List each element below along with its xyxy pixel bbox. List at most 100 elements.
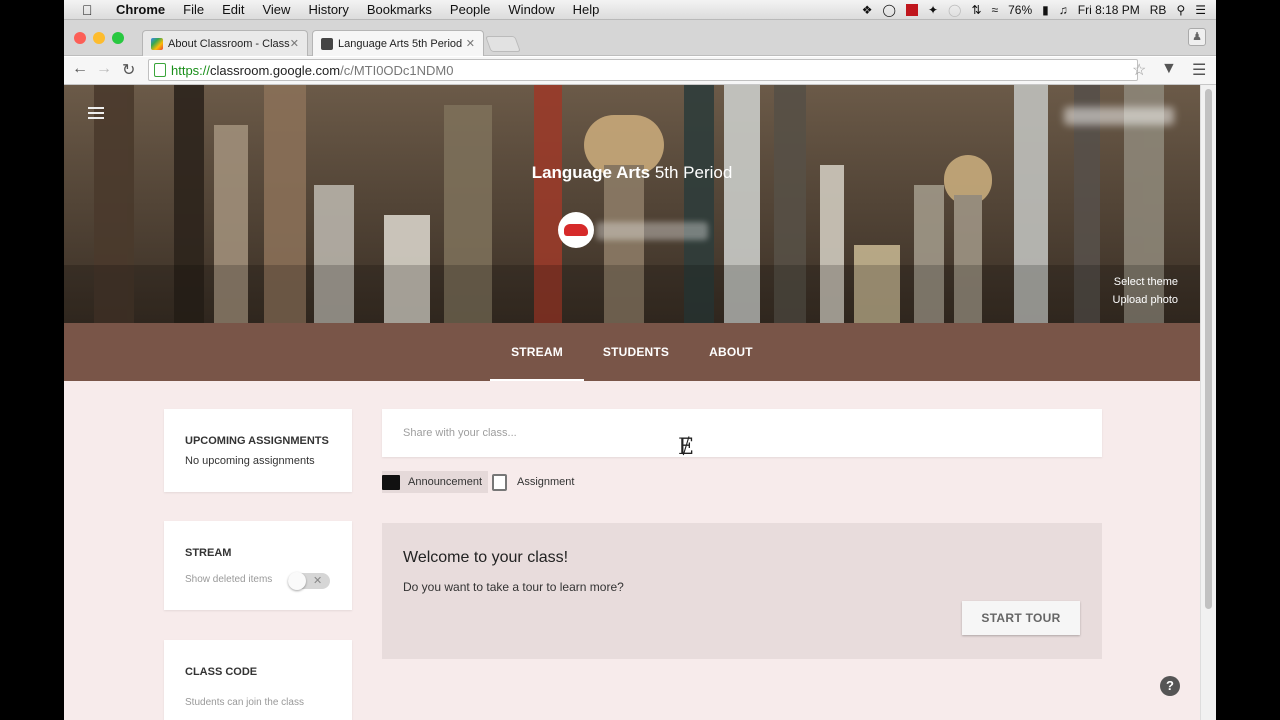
wifi-icon[interactable]: ≈ [992,3,999,17]
record-icon[interactable] [905,4,918,16]
menu-app-name[interactable]: Chrome [116,2,165,17]
menu-bookmarks[interactable]: Bookmarks [367,2,432,17]
announcement-icon [382,474,400,490]
class-code-title: CLASS CODE [185,666,258,678]
class-section: 5th Period [654,163,733,182]
tab-label: About Classroom - Class [168,37,290,50]
menu-file[interactable]: File [183,2,204,17]
redacted-region [1064,107,1174,125]
brushes-theme-image [64,85,1200,323]
menu-people[interactable]: People [450,2,490,17]
stream-settings-card: STREAM Show deleted items ✕ [164,521,352,610]
spotlight-icon[interactable]: ⚲ [1176,3,1185,17]
menu-history[interactable]: History [308,2,348,17]
forward-icon[interactable]: → [96,60,112,78]
battery-icon[interactable]: ▮ [1042,3,1049,17]
toggle-knob [288,572,306,590]
close-tab-icon[interactable]: ✕ [466,37,475,50]
timer-icon[interactable]: ◯ [948,3,961,17]
theme-links: Select theme Upload photo [1113,273,1178,309]
mac-menu-bar:  Chrome File Edit View History Bookmark… [64,0,1216,20]
menu-view[interactable]: View [262,2,290,17]
assignment-icon [492,473,507,491]
classroom-favicon-icon [321,37,333,50]
assignment-button[interactable]: Assignment [480,471,580,493]
welcome-subtitle: Do you want to take a tour to learn more… [403,580,624,594]
tab-label: Language Arts 5th Period [338,37,463,50]
profile-icon[interactable]: ♟ [1188,28,1206,46]
class-code-text: Students can join the class [185,697,304,708]
show-deleted-label: Show deleted items [185,574,273,585]
tab-language-arts[interactable]: Language Arts 5th Period ✕ [312,30,484,56]
apple-icon[interactable]:  [82,2,96,18]
tab-about-classroom[interactable]: About Classroom - Class ✕ [142,30,308,56]
battery-percent[interactable]: 76% [1008,3,1032,17]
tab-students[interactable]: STUDENTS [594,323,678,381]
screen:  Chrome File Edit View History Bookmark… [64,0,1216,720]
user-initials[interactable]: RB [1150,3,1167,17]
text-cursor-icon: Ɇ [678,435,695,460]
page-scrollbar[interactable] [1200,85,1216,720]
chrome-menu-icon[interactable]: ☰ [1192,60,1206,80]
tab-stream[interactable]: STREAM [490,323,584,381]
class-nav-bar: STREAM STUDENTS ABOUT [64,323,1200,381]
volume-icon[interactable]: ♫ [1059,3,1068,17]
help-icon[interactable]: ? [1160,676,1180,696]
menu-edit[interactable]: Edit [222,2,244,17]
evernote-icon[interactable]: ✦ [928,3,938,17]
main-menu-icon[interactable] [88,107,104,122]
start-tour-button[interactable]: START TOUR [962,601,1080,635]
browser-tab-strip: About Classroom - Class ✕ Language Arts … [64,20,1216,56]
stream-content: UPCOMING ASSIGNMENTS No upcoming assignm… [64,381,1200,720]
class-name: Language Arts [531,163,651,182]
post-type-options: Announcement Assignment [382,471,580,493]
url-host: classroom.google.com [210,62,341,78]
welcome-title: Welcome to your class! [403,549,569,566]
announcement-button[interactable]: Announcement [382,471,488,493]
window-controls [74,32,124,44]
show-deleted-toggle[interactable]: ✕ [288,572,330,590]
secure-lock-icon [154,63,166,77]
class-title: Language Arts 5th Period [64,163,1200,183]
close-tab-icon[interactable]: ✕ [290,37,299,50]
welcome-card: Welcome to your class! Do you want to ta… [382,523,1102,659]
upcoming-title: UPCOMING ASSIGNMENTS [185,435,329,447]
tab-about[interactable]: ABOUT [698,323,764,381]
address-bar[interactable]: https:// classroom.google.com /c/MTI0ODc… [148,59,1138,81]
share-box[interactable] [382,409,1102,457]
scrollbar-thumb[interactable] [1205,89,1212,609]
back-icon[interactable]: ← [72,60,88,78]
minimize-window-icon[interactable] [93,32,105,44]
class-code-card: CLASS CODE Students can join the class [164,640,352,720]
url-scheme: https:// [171,62,211,78]
zoom-window-icon[interactable] [112,32,124,44]
status-area: ❖ ◯ ✦ ◯ ⇅ ≈ 76% ▮ ♫ Fri 8:18 PM RB ⚲ ☰ [862,0,1206,20]
new-tab-button[interactable] [485,36,521,52]
upload-photo-link[interactable]: Upload photo [1113,291,1178,309]
google-favicon-icon [151,37,163,50]
share-input[interactable] [382,409,1102,457]
toggle-off-icon: ✕ [313,575,323,587]
notification-center-icon[interactable]: ☰ [1195,3,1206,17]
close-window-icon[interactable] [74,32,86,44]
reload-icon[interactable]: ↻ [122,60,135,80]
bookmark-star-icon[interactable]: ☆ [1132,60,1146,80]
mic-icon[interactable]: ◯ [883,3,896,17]
url-path: /c/MTI0ODc1NDM0 [340,62,454,78]
pocket-icon[interactable]: ▼ [1161,60,1177,78]
menu-window[interactable]: Window [508,2,554,17]
teacher-avatar[interactable] [558,212,594,248]
stream-settings-title: STREAM [185,547,232,559]
browser-toolbar: ← → ↻ https:// classroom.google.com /c/M… [64,57,1216,85]
sync-icon[interactable]: ⇅ [971,3,981,17]
assignment-label: Assignment [517,476,575,488]
menu-help[interactable]: Help [573,2,600,17]
select-theme-link[interactable]: Select theme [1113,273,1178,291]
upcoming-text: No upcoming assignments [185,455,315,467]
class-banner: Language Arts 5th Period Select theme Up… [64,85,1200,323]
dropbox-icon[interactable]: ❖ [862,3,873,17]
car-avatar-icon [564,224,588,236]
clock[interactable]: Fri 8:18 PM [1078,3,1140,17]
redacted-teacher-name [596,222,708,240]
announcement-label: Announcement [408,476,482,488]
